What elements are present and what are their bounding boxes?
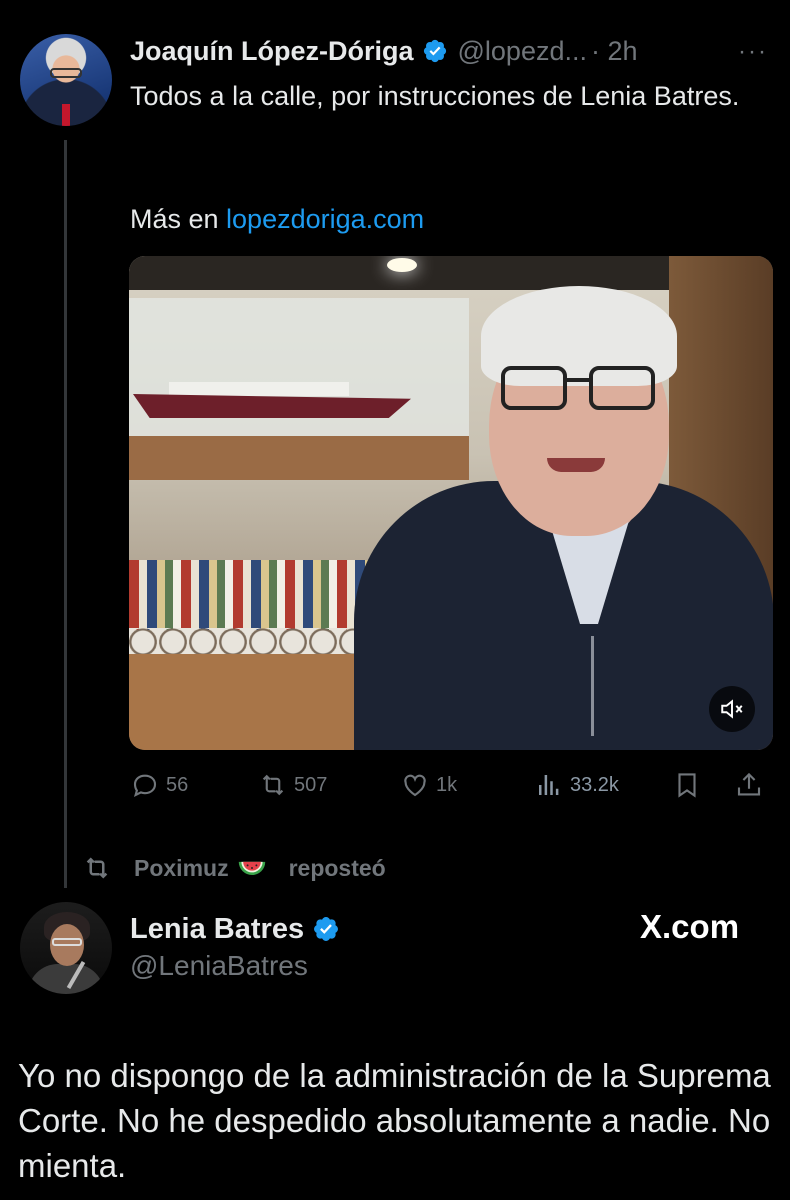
tweet1-handle[interactable]: @lopezd... [458,36,587,67]
video-person-zipper [591,636,594,736]
x-com-logo: X.com [640,908,740,945]
video-shelf [129,436,469,480]
verified-badge-icon [314,917,339,941]
thread-line [64,140,67,888]
tweet2-text: Yo no dispongo de la administración de l… [18,1057,771,1184]
repost-icon [262,774,284,796]
share-button[interactable] [734,765,764,805]
reply-button[interactable]: 56 [130,765,188,805]
mute-button[interactable] [709,686,755,732]
video-person-glasses-bridge [565,378,591,382]
watermelon-icon [238,861,265,876]
avatar-glasses [52,938,82,946]
video-person-glasses-right [589,366,655,410]
tweet1-author-name[interactable]: Joaquín López-Dóriga [130,36,414,67]
tweet1-action-bar: 56 507 1k 33.2k [130,765,770,805]
mute-icon [721,699,743,719]
video-cabinet [129,654,369,750]
avatar-glasses [50,68,82,78]
tweet2-handle[interactable]: @LeniaBatres [130,950,308,982]
like-button[interactable]: 1k [400,765,457,805]
video-baseballs [129,628,369,656]
repost-user[interactable]: Poximuz [134,855,229,882]
avatar-body [28,964,104,994]
tweet1-more-line: Más en lopezdoriga.com [130,199,424,239]
reply-count: 56 [166,773,189,796]
tweet1-video[interactable] [129,256,773,750]
tweet1-text: Todos a la calle, por instrucciones de L… [130,81,740,111]
tweet1-header: Joaquín López-Dóriga @lopezd... · 2h [130,33,638,69]
repost-count: 507 [294,773,328,796]
avatar-tie [62,104,70,126]
bookmark-icon [678,773,696,798]
video-person-mouth [547,458,605,472]
video-books [129,560,379,630]
tweet1-link[interactable]: lopezdoriga.com [226,204,424,234]
repost-label: reposteó [288,854,386,881]
repost-icon [86,857,108,879]
video-display-case [129,298,469,448]
avatar-lopez-doriga[interactable] [20,34,112,126]
repost-button[interactable]: 507 [258,765,327,805]
repost-indicator: Poximuz reposteó [82,848,386,888]
reply-icon [133,774,157,798]
verified-badge-icon [423,39,446,63]
tweet1-more-text: Más en [130,204,227,234]
tweet2-header: Lenia Batres [130,909,340,949]
video-ship-model-deck [169,382,349,396]
views-count: 33.2k [570,773,619,796]
avatar-lenia-batres[interactable] [20,902,112,994]
video-ceiling-light [387,258,417,272]
bookmark-button[interactable] [672,765,702,805]
views-button[interactable]: 33.2k [534,765,619,805]
views-icon [539,775,559,795]
video-person-glasses-left [501,366,567,410]
tweet2-author-name[interactable]: Lenia Batres [130,913,304,946]
more-icon[interactable]: ··· [738,38,768,66]
share-icon [737,772,761,796]
like-count: 1k [436,773,458,796]
like-icon [404,774,426,797]
tweet1-time[interactable]: · 2h [591,36,638,67]
